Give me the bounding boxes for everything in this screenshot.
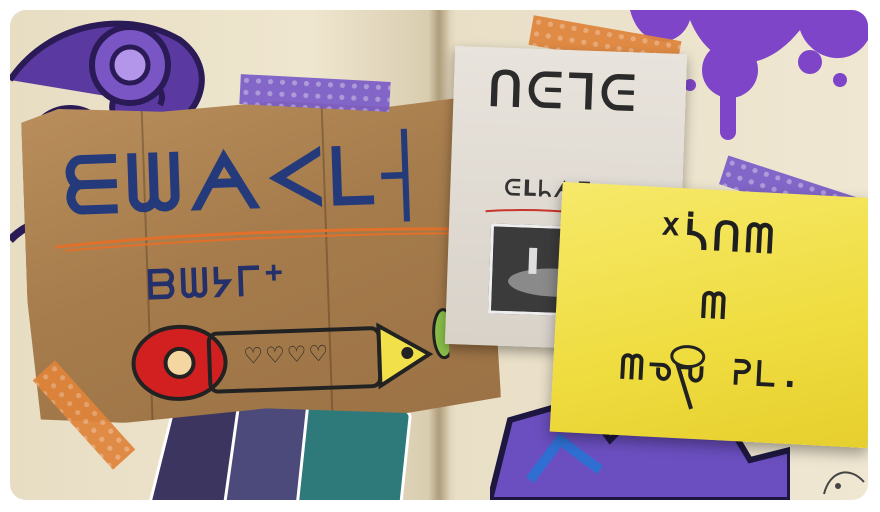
- ink-tank-sketch-icon: [670, 345, 706, 410]
- cardboard-sign: ᗴᗯᗅᐸᒪ┤ ᗷᗯᔭᒥᕀ ♡♡♡♡: [21, 94, 502, 426]
- cardboard-title: ᗴᗯᗅᐸᒪ┤: [61, 128, 437, 233]
- game-art-frame: ᗴᗯᗅᐸᒪ┤ ᗷᗯᔭᒥᕀ ♡♡♡♡ ᑎᕮᒣᕮ ᕮᒪᖺᗅᒥ ᕽᓵᑎᗰ ᗰ ᗰᓀᕃ …: [10, 10, 868, 500]
- yellow-note-line2: ᗰ: [699, 285, 732, 328]
- bottle-hearts: ♡♡♡♡: [242, 341, 331, 370]
- cardboard-subtitle: ᗷᗯᔭᒥᕀ: [146, 257, 289, 309]
- yellow-note: ᕽᓵᑎᗰ ᗰ ᗰᓀᕃ ᕈᒪ.: [549, 181, 868, 449]
- yellow-note-line1: ᕽᓵᑎᗰ: [659, 211, 780, 264]
- doodle-sketch: [823, 471, 865, 495]
- stack-card: [293, 398, 413, 500]
- paper-note-title: ᑎᕮᒣᕮ: [486, 61, 641, 123]
